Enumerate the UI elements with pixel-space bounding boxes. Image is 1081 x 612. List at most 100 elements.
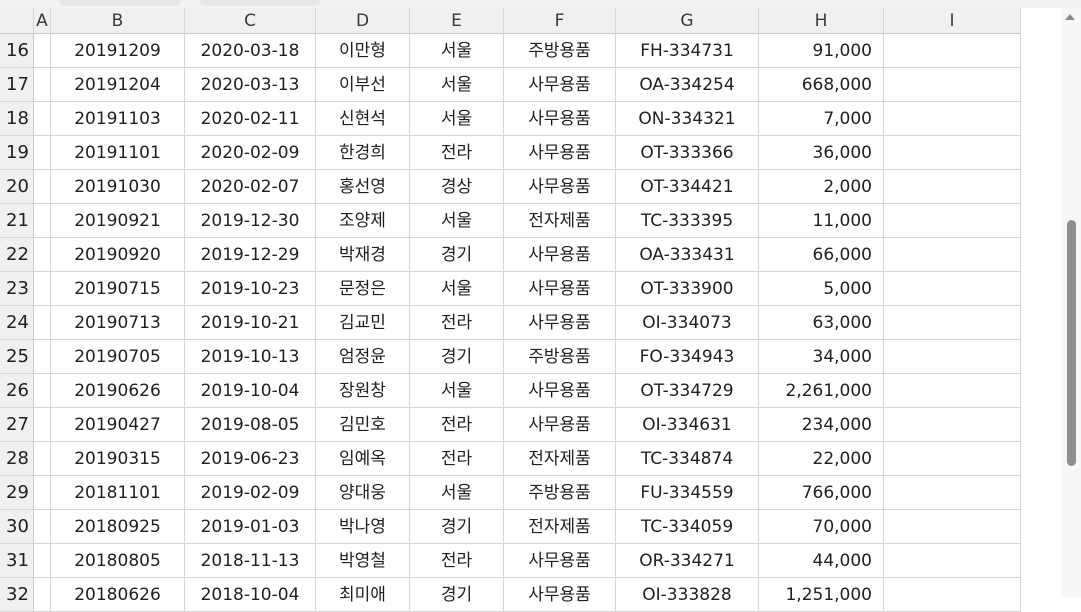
cell-d26[interactable]: 장원창	[316, 374, 410, 408]
cell-a27[interactable]	[34, 408, 51, 442]
cell-g23[interactable]: OT-333900	[616, 272, 759, 306]
cell-e19[interactable]: 전라	[410, 136, 504, 170]
cell-g22[interactable]: OA-333431	[616, 238, 759, 272]
cell-d20[interactable]: 홍선영	[316, 170, 410, 204]
cell-d27[interactable]: 김민호	[316, 408, 410, 442]
row-header[interactable]: 18	[0, 102, 34, 136]
cell-e17[interactable]: 서울	[410, 68, 504, 102]
cell-g27[interactable]: OI-334631	[616, 408, 759, 442]
cell-b29[interactable]: 20181101	[51, 476, 185, 510]
cell-c16[interactable]: 2020-03-18	[185, 34, 316, 68]
cell-e18[interactable]: 서울	[410, 102, 504, 136]
cell-h19[interactable]: 36,000	[759, 136, 884, 170]
row-header[interactable]: 17	[0, 68, 34, 102]
cell-h27[interactable]: 234,000	[759, 408, 884, 442]
cell-i21[interactable]	[884, 204, 1021, 238]
cell-c32[interactable]: 2018-10-04	[185, 578, 316, 612]
cell-g25[interactable]: FO-334943	[616, 340, 759, 374]
cell-f25[interactable]: 주방용품	[504, 340, 616, 374]
cell-d32[interactable]: 최미애	[316, 578, 410, 612]
cell-i22[interactable]	[884, 238, 1021, 272]
cell-a24[interactable]	[34, 306, 51, 340]
cell-e24[interactable]: 전라	[410, 306, 504, 340]
cell-f20[interactable]: 사무용품	[504, 170, 616, 204]
cell-a21[interactable]	[34, 204, 51, 238]
cell-e32[interactable]: 경기	[410, 578, 504, 612]
cell-g19[interactable]: OT-333366	[616, 136, 759, 170]
cell-a32[interactable]	[34, 578, 51, 612]
cell-d22[interactable]: 박재경	[316, 238, 410, 272]
row-header[interactable]: 27	[0, 408, 34, 442]
cell-g26[interactable]: OT-334729	[616, 374, 759, 408]
cell-g20[interactable]: OT-334421	[616, 170, 759, 204]
cell-b26[interactable]: 20190626	[51, 374, 185, 408]
cell-c19[interactable]: 2020-02-09	[185, 136, 316, 170]
cell-f19[interactable]: 사무용품	[504, 136, 616, 170]
row-header[interactable]: 29	[0, 476, 34, 510]
cell-c29[interactable]: 2019-02-09	[185, 476, 316, 510]
cell-b27[interactable]: 20190427	[51, 408, 185, 442]
row-header[interactable]: 31	[0, 544, 34, 578]
cell-c20[interactable]: 2020-02-07	[185, 170, 316, 204]
cell-h18[interactable]: 7,000	[759, 102, 884, 136]
cell-b30[interactable]: 20180925	[51, 510, 185, 544]
cell-d31[interactable]: 박영철	[316, 544, 410, 578]
column-header-d[interactable]: D	[316, 8, 410, 34]
select-all-corner[interactable]	[0, 8, 34, 34]
column-header-g[interactable]: G	[616, 8, 759, 34]
cell-h16[interactable]: 91,000	[759, 34, 884, 68]
cell-g30[interactable]: TC-334059	[616, 510, 759, 544]
cell-a23[interactable]	[34, 272, 51, 306]
cell-b32[interactable]: 20180626	[51, 578, 185, 612]
row-header[interactable]: 16	[0, 34, 34, 68]
cell-g16[interactable]: FH-334731	[616, 34, 759, 68]
cell-i24[interactable]	[884, 306, 1021, 340]
cell-b18[interactable]: 20191103	[51, 102, 185, 136]
cell-i16[interactable]	[884, 34, 1021, 68]
cell-c21[interactable]: 2019-12-30	[185, 204, 316, 238]
cell-f18[interactable]: 사무용품	[504, 102, 616, 136]
cell-h22[interactable]: 66,000	[759, 238, 884, 272]
cell-i25[interactable]	[884, 340, 1021, 374]
cell-h32[interactable]: 1,251,000	[759, 578, 884, 612]
cell-d25[interactable]: 엄정윤	[316, 340, 410, 374]
cell-h17[interactable]: 668,000	[759, 68, 884, 102]
cell-b19[interactable]: 20191101	[51, 136, 185, 170]
cell-e27[interactable]: 전라	[410, 408, 504, 442]
cell-e30[interactable]: 경기	[410, 510, 504, 544]
cell-h21[interactable]: 11,000	[759, 204, 884, 238]
cell-g29[interactable]: FU-334559	[616, 476, 759, 510]
cell-d23[interactable]: 문정은	[316, 272, 410, 306]
cell-i31[interactable]	[884, 544, 1021, 578]
cell-a18[interactable]	[34, 102, 51, 136]
cell-a17[interactable]	[34, 68, 51, 102]
cell-a29[interactable]	[34, 476, 51, 510]
cell-b31[interactable]: 20180805	[51, 544, 185, 578]
cell-e20[interactable]: 경상	[410, 170, 504, 204]
cell-c22[interactable]: 2019-12-29	[185, 238, 316, 272]
cell-b28[interactable]: 20190315	[51, 442, 185, 476]
cell-e22[interactable]: 경기	[410, 238, 504, 272]
column-header-e[interactable]: E	[410, 8, 504, 34]
cell-i17[interactable]	[884, 68, 1021, 102]
column-header-h[interactable]: H	[759, 8, 884, 34]
cell-i30[interactable]	[884, 510, 1021, 544]
cell-b17[interactable]: 20191204	[51, 68, 185, 102]
cell-i23[interactable]	[884, 272, 1021, 306]
cell-b23[interactable]: 20190715	[51, 272, 185, 306]
cell-a31[interactable]	[34, 544, 51, 578]
cell-d28[interactable]: 임예옥	[316, 442, 410, 476]
cell-f32[interactable]: 사무용품	[504, 578, 616, 612]
cell-e31[interactable]: 전라	[410, 544, 504, 578]
row-header[interactable]: 30	[0, 510, 34, 544]
cell-g24[interactable]: OI-334073	[616, 306, 759, 340]
cell-b24[interactable]: 20190713	[51, 306, 185, 340]
cell-f26[interactable]: 사무용품	[504, 374, 616, 408]
cell-f28[interactable]: 전자제품	[504, 442, 616, 476]
cell-f31[interactable]: 사무용품	[504, 544, 616, 578]
cell-e23[interactable]: 서울	[410, 272, 504, 306]
cell-f21[interactable]: 전자제품	[504, 204, 616, 238]
column-header-c[interactable]: C	[185, 8, 316, 34]
row-header[interactable]: 28	[0, 442, 34, 476]
cell-c30[interactable]: 2019-01-03	[185, 510, 316, 544]
